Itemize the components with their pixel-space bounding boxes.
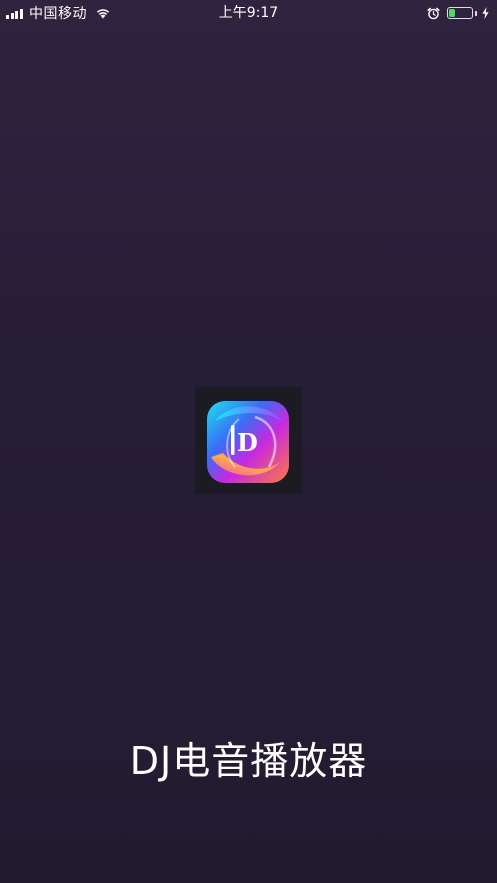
app-logo: D (195, 387, 302, 494)
battery-level (449, 9, 456, 17)
charging-icon (482, 7, 489, 19)
status-time: 上午9:17 (218, 5, 279, 21)
logo-letter: D (237, 428, 258, 457)
status-right (427, 4, 489, 22)
status-bar: 中国移动 上午9:17 (0, 0, 497, 26)
app-name: DJ电音播放器 (129, 739, 368, 783)
dj-logo-icon: D (207, 401, 289, 483)
battery-icon (447, 7, 473, 19)
battery-cap (475, 10, 477, 16)
alarm-icon (427, 7, 440, 19)
